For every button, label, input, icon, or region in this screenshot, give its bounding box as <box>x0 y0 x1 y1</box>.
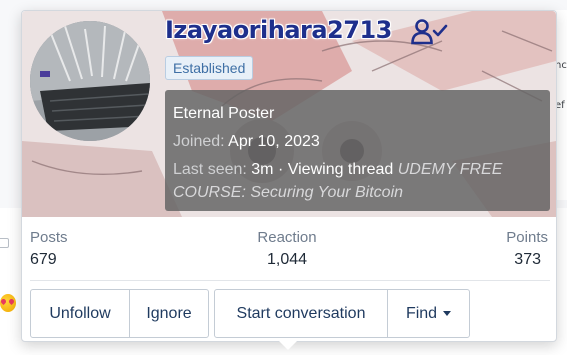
stat-value: 1,044 <box>266 251 308 268</box>
joined-label: Joined: <box>173 133 225 150</box>
tooltip-pointer <box>279 341 297 350</box>
stat-label: Reaction <box>257 229 317 246</box>
ignore-button[interactable]: Ignore <box>129 290 208 337</box>
member-tooltip-card: Izayaorihara2713 Established Eternal Pos… <box>21 10 557 342</box>
follow-ignore-group: Unfollow Ignore <box>30 289 209 338</box>
heart-eyes-emoji-icon <box>0 294 16 312</box>
stat-label: Points <box>506 229 548 246</box>
joined-row: Joined: Apr 10, 2023 <box>173 128 542 156</box>
member-info-panel: Eternal Poster Joined: Apr 10, 2023 Last… <box>165 90 550 211</box>
member-avatar[interactable] <box>30 21 150 141</box>
last-seen-label: Last seen: <box>173 161 247 178</box>
last-seen-row: Last seen: 3m · Viewing thread UDEMY FRE… <box>173 158 542 204</box>
joined-date: Apr 10, 2023 <box>228 133 320 150</box>
unfollow-button[interactable]: Unfollow <box>31 290 129 337</box>
conversation-find-group: Start conversation Find <box>214 289 470 338</box>
last-seen-time: 3m <box>251 161 274 178</box>
stat-value: 679 <box>30 251 57 268</box>
activity-text: · Viewing thread <box>277 161 394 178</box>
member-username[interactable]: Izayaorihara2713 <box>165 16 392 44</box>
stat-label: Posts <box>30 229 68 246</box>
stat-reaction[interactable]: Reaction 1,044 <box>256 229 318 269</box>
user-banner-badge: Established <box>165 56 254 80</box>
user-check-icon <box>411 19 448 45</box>
background-checkbox[interactable] <box>0 238 9 248</box>
caret-down-icon <box>443 311 452 316</box>
stat-value: 373 <box>514 251 541 268</box>
member-title: Eternal Poster <box>173 105 275 122</box>
find-dropdown-button[interactable]: Find <box>387 290 469 337</box>
find-button-label: Find <box>405 304 438 322</box>
member-stats: Posts 679 Reaction 1,044 Points 373 <box>22 217 556 279</box>
stats-divider <box>30 280 550 281</box>
stat-posts[interactable]: Posts 679 <box>30 229 68 269</box>
stat-points[interactable]: Points 373 <box>506 229 548 269</box>
start-conversation-button[interactable]: Start conversation <box>215 290 387 337</box>
profile-banner: Izayaorihara2713 Established Eternal Pos… <box>22 11 556 217</box>
